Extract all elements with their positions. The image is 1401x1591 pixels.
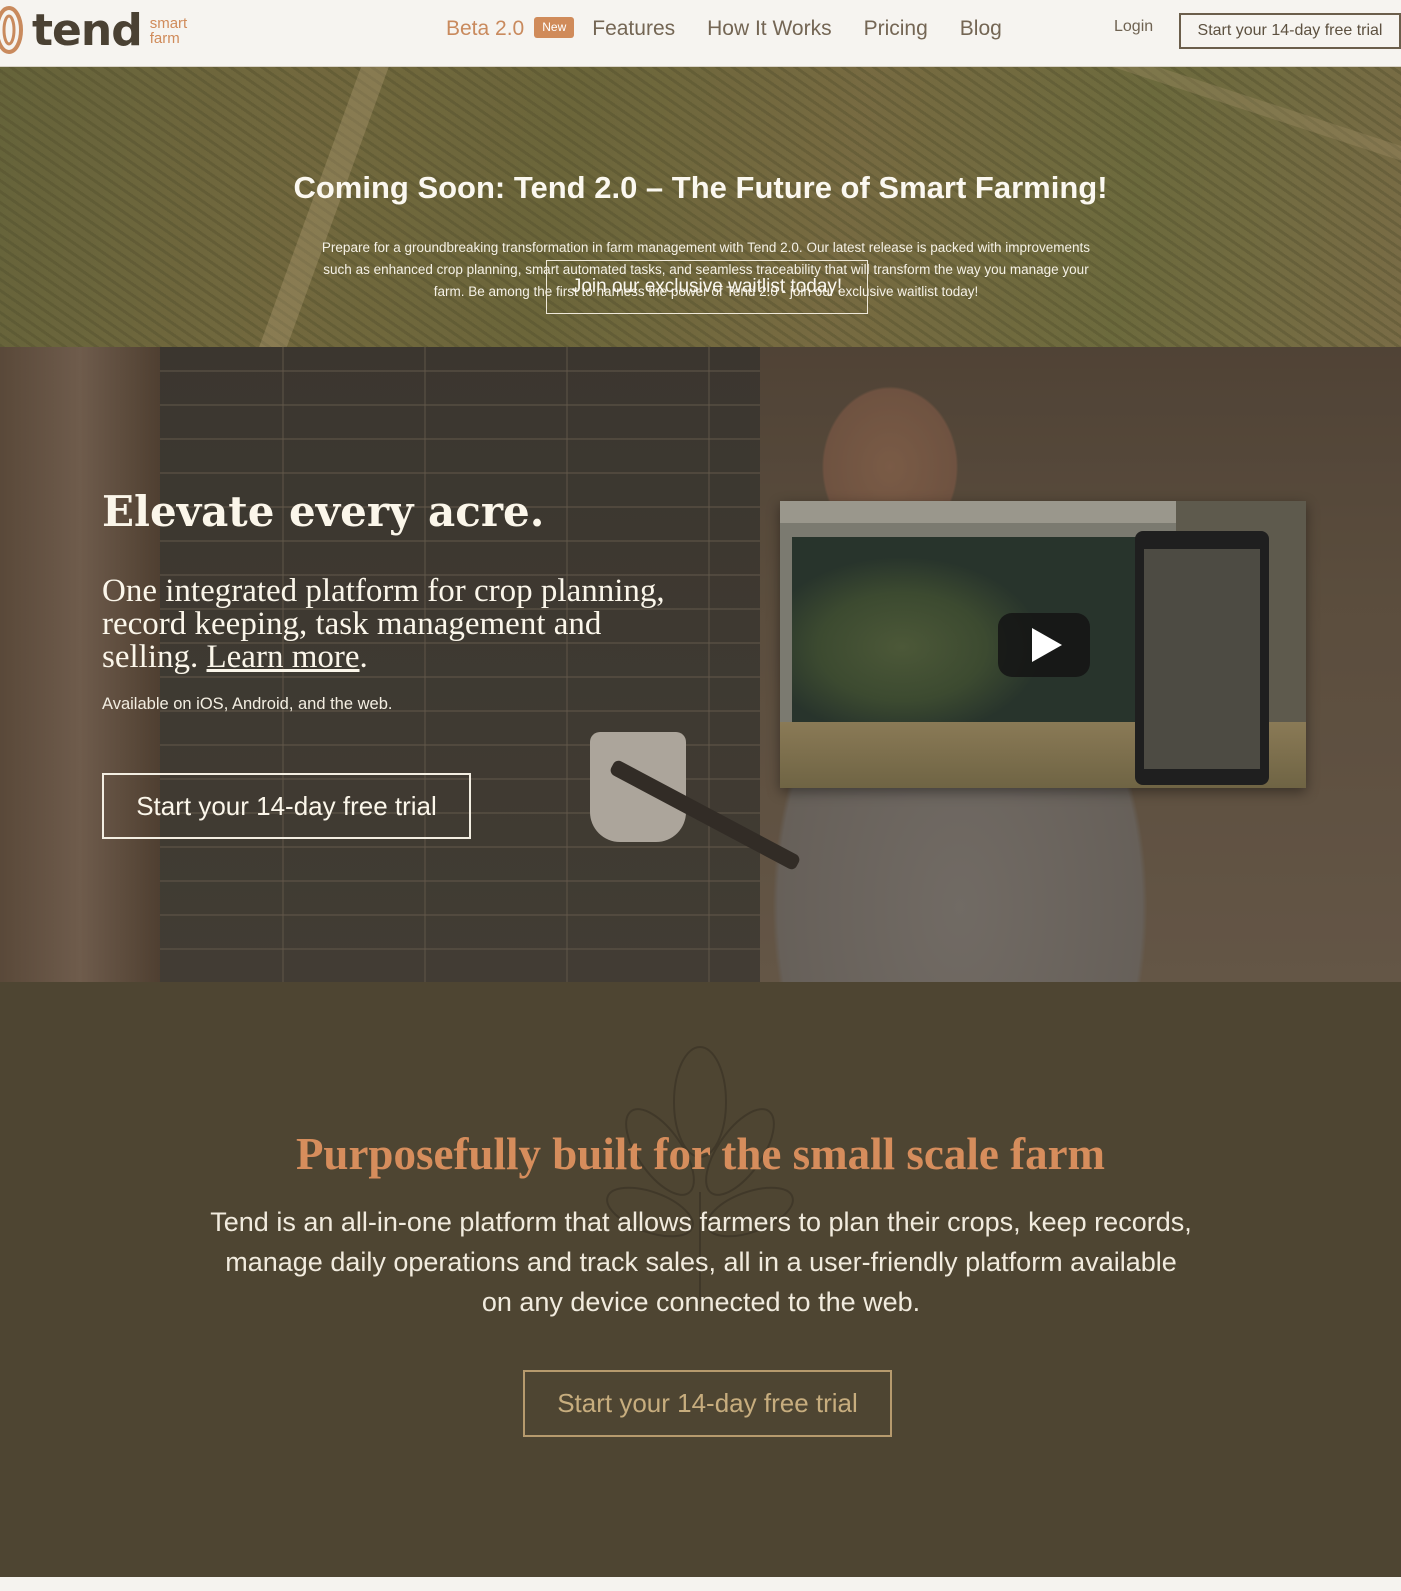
- new-badge: New: [534, 16, 575, 38]
- nav-link-features[interactable]: Features: [592, 17, 675, 41]
- logo-wordmark: tend: [32, 4, 143, 56]
- platform-availability: Available on iOS, Android, and the web.: [102, 695, 393, 713]
- video-phone-screen: [1144, 549, 1260, 769]
- footer-edge: [0, 1577, 1401, 1591]
- video-browser-toolbar: [780, 501, 1176, 523]
- nav-link-beta[interactable]: Beta 2.0: [446, 17, 524, 41]
- banner-title: Coming Soon: Tend 2.0 – The Future of Sm…: [293, 170, 1108, 205]
- video-satellite-map: [792, 537, 1176, 722]
- nav-link-how-it-works[interactable]: How It Works: [707, 17, 831, 41]
- hero-section: Elevate every acre. One integrated platf…: [0, 347, 1401, 982]
- hero-free-trial-button[interactable]: Start your 14-day free trial: [102, 773, 471, 839]
- logo-tagline: smart farm: [150, 16, 188, 46]
- product-video[interactable]: [780, 501, 1306, 788]
- top-nav: tend smart farm Beta 2.0 New Features Ho…: [0, 0, 1401, 67]
- tend-logo[interactable]: tend smart farm: [0, 2, 187, 58]
- hero-subtitle-period: .: [359, 639, 368, 675]
- login-link[interactable]: Login: [1114, 18, 1153, 36]
- play-icon: [1032, 628, 1062, 662]
- banner-background-road: [228, 67, 398, 347]
- about-free-trial-button[interactable]: Start your 14-day free trial: [523, 1370, 892, 1437]
- about-description: Tend is an all-in-one platform that allo…: [210, 1207, 1192, 1317]
- nav-free-trial-button[interactable]: Start your 14-day free trial: [1179, 13, 1401, 49]
- nav-link-blog[interactable]: Blog: [960, 17, 1002, 41]
- about-section: Purposefully built for the small scale f…: [0, 982, 1401, 1577]
- join-waitlist-button[interactable]: Join our exclusive waitlist today!: [546, 260, 868, 314]
- hero-subtitle-text: One integrated platform for crop plannin…: [102, 573, 665, 675]
- about-title: Purposefully built for the small scale f…: [295, 1129, 1106, 1179]
- play-button[interactable]: [998, 613, 1090, 677]
- hero-subtitle: One integrated platform for crop plannin…: [102, 575, 682, 674]
- main-menu: Beta 2.0 New Features How It Works Prici…: [446, 14, 1034, 44]
- learn-more-link[interactable]: Learn more: [207, 639, 360, 675]
- hero-title: Elevate every acre.: [102, 487, 545, 536]
- logo-tagline-line2: farm: [149, 30, 180, 47]
- tend-leaf-logo-icon: [0, 6, 23, 54]
- nav-link-pricing[interactable]: Pricing: [864, 17, 928, 41]
